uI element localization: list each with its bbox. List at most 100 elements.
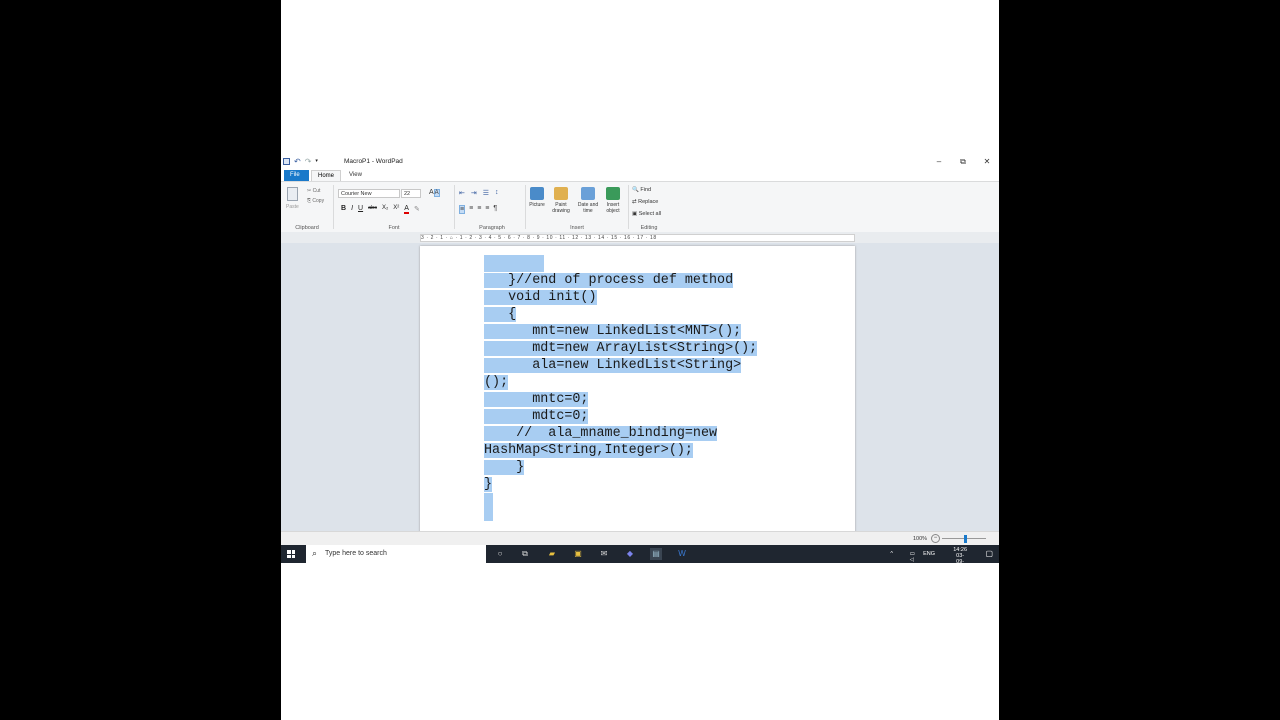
status-bar: 100% − bbox=[281, 531, 999, 546]
title-bar: ↶ ↷ ▾ MacroP1 - WordPad – ⧉ ✕ bbox=[281, 155, 999, 170]
task-view-icon[interactable]: ⧉ bbox=[519, 548, 531, 560]
code-line-text: mdtc=0; bbox=[484, 409, 589, 424]
paint-drawing-button[interactable]: Paint drawing bbox=[550, 187, 572, 214]
italic-icon[interactable]: I bbox=[351, 205, 353, 214]
line-spacing-icon[interactable]: ↕ bbox=[495, 189, 499, 197]
insert-object-button[interactable]: Insert object bbox=[602, 187, 624, 214]
code-line: (); bbox=[484, 374, 844, 391]
increase-indent-icon[interactable]: ⇥ bbox=[471, 189, 477, 197]
customize-qat-icon[interactable]: ▾ bbox=[315, 158, 318, 165]
find-button[interactable]: 🔍 Find bbox=[632, 187, 651, 193]
search-placeholder: Type here to search bbox=[325, 550, 387, 557]
code-line: void init() bbox=[484, 289, 844, 306]
code-line: mntc=0; bbox=[484, 391, 844, 408]
date-time-button[interactable]: Date and time bbox=[575, 187, 601, 214]
replace-button[interactable]: ⇄ Replace bbox=[632, 199, 658, 205]
paint-icon bbox=[554, 187, 568, 200]
picture-button[interactable]: Picture bbox=[526, 187, 548, 208]
decrease-indent-icon[interactable]: ⇤ bbox=[459, 189, 465, 197]
document-text[interactable]: }//end of process def method void init()… bbox=[484, 255, 844, 521]
picture-label: Picture bbox=[529, 202, 545, 208]
object-icon bbox=[606, 187, 620, 200]
file-explorer-icon[interactable]: ▰ bbox=[546, 548, 558, 560]
tray-clock[interactable]: 14:26 03-09-2021 bbox=[953, 547, 967, 571]
code-line: mdtc=0; bbox=[484, 408, 844, 425]
tray-network-icon[interactable]: ▭ ◁ bbox=[910, 551, 915, 563]
align-left-icon[interactable]: ≡ bbox=[459, 205, 466, 214]
paste-icon[interactable] bbox=[287, 187, 298, 201]
quick-access-toolbar: ↶ ↷ ▾ bbox=[283, 158, 318, 166]
ribbon: Paste ✂ Cut ⎘ Copy Clipboard Font Courie… bbox=[281, 181, 999, 233]
screen: ↶ ↷ ▾ MacroP1 - WordPad – ⧉ ✕ File Home … bbox=[281, 0, 999, 720]
grow-font-icon[interactable]: A bbox=[429, 189, 434, 196]
code-line-text: HashMap<String,Integer>(); bbox=[484, 443, 693, 458]
highlight-icon[interactable]: ✎ bbox=[414, 205, 420, 214]
redo-icon[interactable]: ↷ bbox=[305, 158, 312, 166]
font-group-label: Font bbox=[388, 225, 400, 231]
paste-button[interactable]: Paste bbox=[286, 204, 299, 210]
code-line-text bbox=[484, 255, 544, 272]
code-line-text: } bbox=[484, 477, 493, 492]
code-line-text: mnt=new LinkedList<MNT>(); bbox=[484, 324, 742, 339]
document-page[interactable]: }//end of process def method void init()… bbox=[420, 246, 855, 536]
code-line-text: mntc=0; bbox=[484, 392, 589, 407]
wordpad-taskbar-icon[interactable]: ▤ bbox=[650, 548, 662, 560]
word-icon[interactable]: W bbox=[676, 548, 688, 560]
code-line: // ala_mname_binding=new bbox=[484, 425, 844, 442]
zoom-out-icon[interactable]: − bbox=[931, 534, 940, 543]
bold-icon[interactable]: B bbox=[341, 205, 346, 214]
align-right-icon[interactable]: ≡ bbox=[477, 205, 481, 214]
replace-label: Replace bbox=[638, 199, 659, 205]
store-icon[interactable]: ▣ bbox=[572, 548, 584, 560]
code-line: HashMap<String,Integer>(); bbox=[484, 442, 844, 459]
undo-icon[interactable]: ↶ bbox=[294, 158, 301, 166]
tab-view[interactable]: View bbox=[343, 170, 368, 181]
tab-file[interactable]: File bbox=[284, 170, 309, 181]
code-line-text: void init() bbox=[484, 290, 597, 305]
text-color-icon[interactable]: A bbox=[404, 205, 409, 214]
teams-icon[interactable]: ◆ bbox=[624, 548, 636, 560]
restore-button[interactable]: ⧉ bbox=[951, 155, 975, 170]
code-line-text: (); bbox=[484, 375, 509, 390]
code-line: } bbox=[484, 476, 844, 493]
font-family-select[interactable]: Courier New bbox=[338, 189, 400, 198]
save-icon[interactable] bbox=[283, 158, 290, 165]
font-grow-shrink: AA bbox=[429, 189, 440, 197]
wordpad-window: ↶ ↷ ▾ MacroP1 - WordPad – ⧉ ✕ File Home … bbox=[281, 155, 999, 546]
taskbar-search[interactable]: ⌕ Type here to search bbox=[306, 545, 486, 563]
code-line bbox=[484, 255, 844, 272]
justify-icon[interactable]: ≡ bbox=[485, 205, 489, 214]
minimize-button[interactable]: – bbox=[927, 155, 951, 170]
calendar-icon bbox=[581, 187, 595, 200]
underline-icon[interactable]: U bbox=[358, 205, 363, 214]
copy-button[interactable]: ⎘ Copy bbox=[307, 196, 324, 206]
mail-icon[interactable]: ✉ bbox=[598, 548, 610, 560]
select-all-button[interactable]: ▣ Select all bbox=[632, 211, 661, 217]
tray-chevron-icon[interactable]: ^ bbox=[890, 551, 893, 557]
cut-button[interactable]: ✂ Cut bbox=[307, 186, 324, 196]
zoom-slider-thumb[interactable] bbox=[964, 535, 967, 543]
close-button[interactable]: ✕ bbox=[975, 155, 999, 170]
align-center-icon[interactable]: ≡ bbox=[469, 205, 473, 214]
bullets-icon[interactable]: ☰ bbox=[483, 189, 489, 197]
code-line: } bbox=[484, 459, 844, 476]
ribbon-tabs: File Home View bbox=[281, 170, 999, 181]
code-line-text: { bbox=[484, 307, 517, 322]
start-icon[interactable] bbox=[287, 550, 295, 558]
shrink-font-icon[interactable]: A bbox=[433, 189, 440, 197]
superscript-icon[interactable]: X² bbox=[393, 205, 399, 214]
tab-home[interactable]: Home bbox=[311, 170, 342, 181]
cortana-icon[interactable]: ○ bbox=[494, 548, 506, 560]
paragraph-settings-icon[interactable]: ¶ bbox=[493, 205, 497, 214]
strikethrough-icon[interactable]: abc bbox=[368, 205, 377, 214]
subscript-icon[interactable]: X₂ bbox=[382, 205, 388, 214]
language-indicator[interactable]: ENG bbox=[923, 551, 935, 557]
zoom-level: 100% bbox=[913, 536, 928, 542]
zoom-slider[interactable] bbox=[942, 535, 986, 543]
notifications-icon[interactable]: ▢ bbox=[985, 549, 993, 558]
code-line: ala=new LinkedList<String> bbox=[484, 357, 844, 374]
clipboard-group-label: Clipboard bbox=[295, 225, 319, 231]
font-size-select[interactable]: 22 bbox=[401, 189, 421, 198]
ruler[interactable]: 3 · 2 · 1 · ⌂ · 1 · 2 · 3 · 4 · 5 · 6 · … bbox=[420, 234, 855, 242]
window-controls: – ⧉ ✕ bbox=[927, 155, 999, 170]
